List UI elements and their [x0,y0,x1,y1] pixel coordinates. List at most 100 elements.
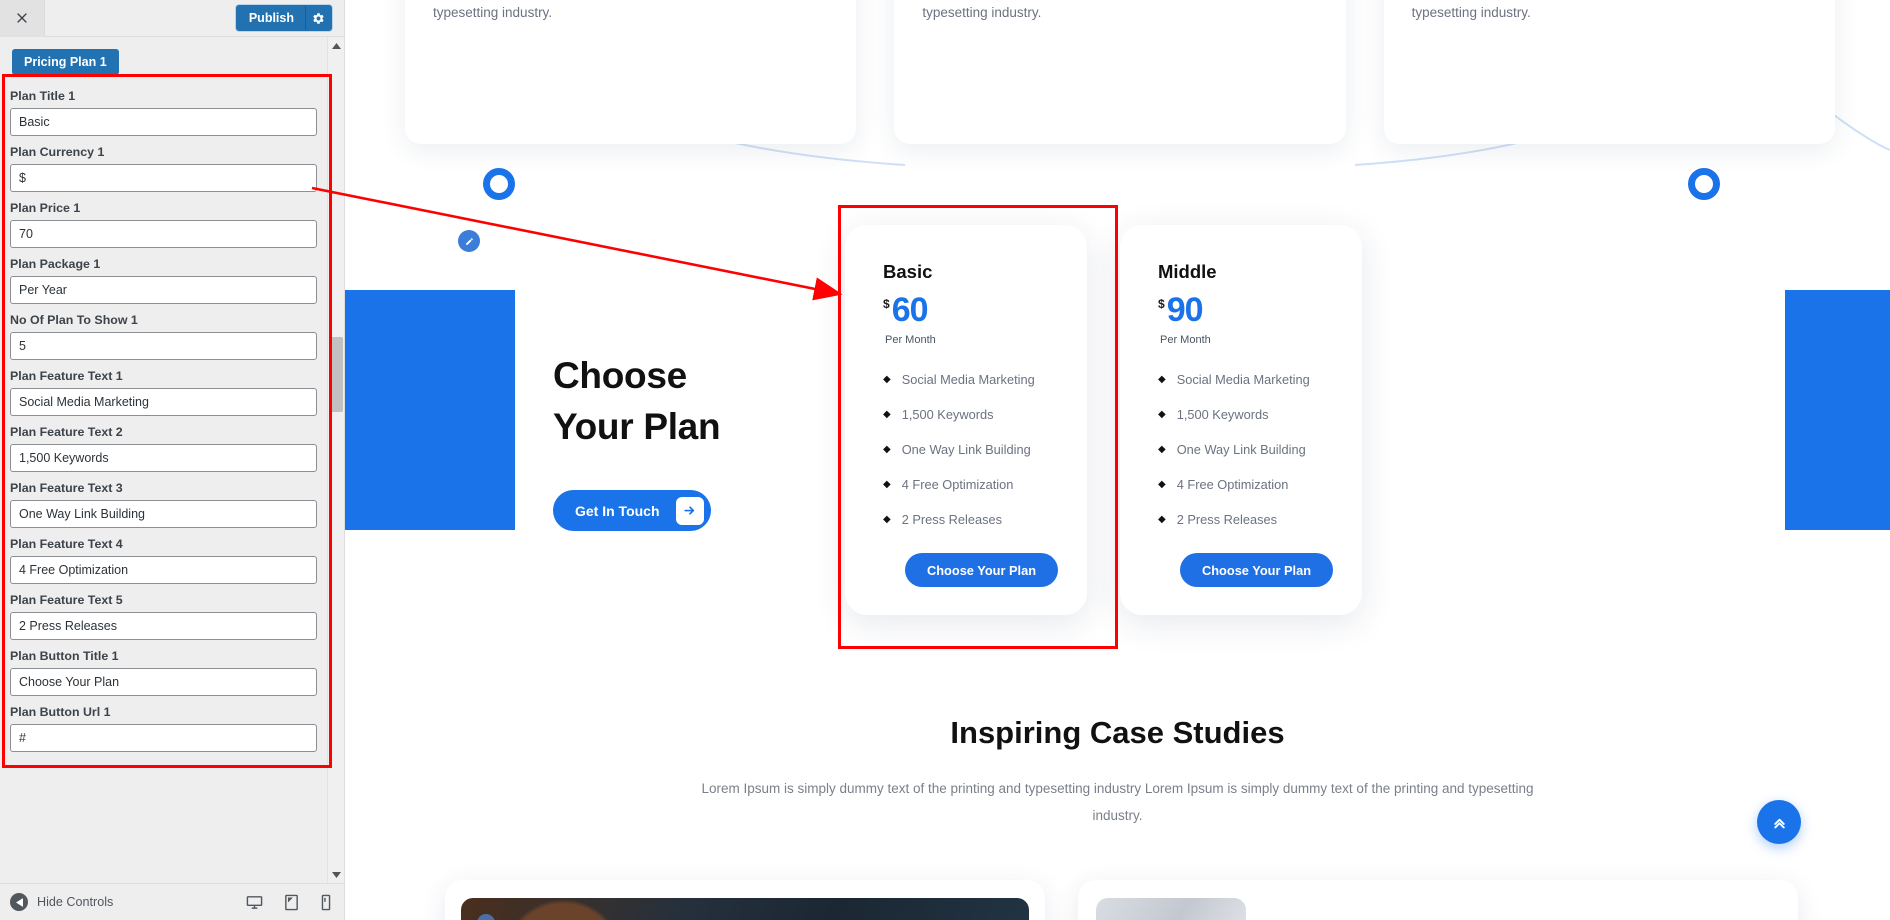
feature-item: ◆ Social Media Marketing [1158,372,1362,387]
feature-label: Social Media Marketing [901,372,1035,387]
top-card-text: Lorem Ipsum is simply dummy text of the … [1411,5,1531,21]
feature-item: ◆ Social Media Marketing [883,372,1087,387]
plan-feature-text-4-input[interactable] [10,556,317,584]
pricing-card-package: Per Month [1160,334,1211,346]
plan-button-url-1-input[interactable] [10,724,317,752]
feature-label: 2 Press Releases [1176,512,1277,527]
chevron-down-icon[interactable] [328,866,344,883]
pricing-card-price: $ 60 [883,293,1087,327]
field-label: Plan Button Url 1 [10,705,111,719]
field-label: Plan Price 1 [10,201,81,215]
pricing-card-middle[interactable]: Middle $ 90 Per Month ◆ Social Media Mark… [1120,225,1362,615]
feature-item: ◆ 4 Free Optimization [883,477,1087,492]
edit-shortcut-marker[interactable] [458,230,480,252]
top-feature-card: Lorem Ipsum is simply dummy text of the … [405,0,857,144]
section-title-pricing-plan-1[interactable]: Pricing Plan 1 [12,49,119,75]
pricing-card-features: ◆ Social Media Marketing ◆ 1,500 Keywords … [1158,372,1362,527]
field-plan-title-1: Plan Title 1 [10,89,317,136]
field-plan-feature-text-3: Plan Feature Text 3 [10,481,317,528]
case-study-card[interactable]: Legacy Classic [1078,880,1798,920]
customizer-sidebar: Publish Pricing Plan 1 Plan Title 1 Basi… [0,0,345,920]
site-preview-frame: Lorem Ipsum is simply dummy text of the … [345,0,1890,920]
field-no-of-plan-to-show-1: No Of Plan To Show 1 [10,313,317,360]
close-icon[interactable] [0,0,45,37]
field-label: Plan Feature Text 4 [10,537,123,551]
chevron-up-icon[interactable] [328,37,344,54]
decorative-ring-left [483,168,515,200]
scrollbar-thumb[interactable] [330,337,343,412]
feature-item: ◆ 4 Free Optimization [1158,477,1362,492]
plan-button-title-1-input[interactable] [10,668,317,696]
tablet-icon[interactable] [284,894,299,911]
double-chevron-up-icon [1773,818,1785,828]
feature-label: One Way Link Building [1176,442,1306,457]
customizer-scrollbar[interactable] [327,37,344,883]
thumbnail-badge-dot [477,914,495,920]
top-feature-card: Lorem Ipsum is simply dummy text of the … [1383,0,1835,144]
case-study-card[interactable] [445,880,1045,920]
mobile-icon[interactable] [320,894,332,911]
customizer-topbar: Publish [0,0,344,37]
feature-item: ◆ 2 Press Releases [883,512,1087,527]
pricing-heading-line2: Your Plan [553,406,721,448]
decorative-ring-right [1688,168,1720,200]
pricing-card-currency: $ [883,297,890,311]
gear-icon[interactable] [305,6,331,30]
device-preview-switcher [246,894,332,911]
plan-feature-text-2-input[interactable] [10,444,317,472]
pricing-heading-line1: Choose [553,355,687,396]
field-plan-feature-text-1: Plan Feature Text 1 [10,369,317,416]
diamond-bullet-icon: ◆ [883,408,891,420]
pencil-icon [465,237,473,245]
pricing-card-package: Per Month [885,334,936,346]
plan-currency-1-input[interactable] [10,164,317,192]
pricing-card-basic[interactable]: Basic $ 60 Per Month ◆ Social Media Marke… [845,225,1087,615]
plan-feature-text-3-input[interactable] [10,500,317,528]
field-label: No Of Plan To Show 1 [10,313,138,327]
plan-feature-text-5-input[interactable] [10,612,317,640]
top-card-text: Lorem Ipsum is simply dummy text of the … [922,5,1042,21]
case-studies-heading: Inspiring Case Studies [950,715,1285,750]
desktop-icon[interactable] [246,894,263,911]
choose-your-plan-button-basic[interactable]: Choose Your Plan [905,553,1059,587]
plan-price-1-input[interactable] [10,220,317,248]
diamond-bullet-icon: ◆ [1158,478,1166,490]
field-plan-package-1: Plan Package 1 [10,257,317,304]
plan-feature-text-1-input[interactable] [10,388,317,416]
decorative-rect-right [1785,290,1890,530]
customizer-footer: Hide Controls [0,883,344,920]
diamond-bullet-icon: ◆ [883,373,891,385]
field-label: Plan Feature Text 5 [10,593,123,607]
pricing-card-features: ◆ Social Media Marketing ◆ 1,500 Keywords … [883,372,1087,527]
field-label: Plan Currency 1 [10,145,105,159]
get-in-touch-button[interactable]: Get In Touch [553,490,711,531]
hide-controls-button[interactable]: Hide Controls [10,893,113,911]
no-of-plan-to-show-1-input[interactable] [10,332,317,360]
pricing-card-amount: 60 [891,291,929,329]
field-plan-feature-text-5: Plan Feature Text 5 [10,593,317,640]
feature-item: ◆ 2 Press Releases [1158,512,1362,527]
diamond-bullet-icon: ◆ [1158,443,1166,455]
pricing-plan-fields: Pricing Plan 1 Plan Title 1 Plan Currenc… [0,37,327,883]
plan-title-1-input[interactable] [10,108,317,136]
feature-label: Social Media Marketing [1176,372,1310,387]
arrow-right-icon [675,496,704,525]
publish-button[interactable]: Publish [235,5,332,31]
choose-your-plan-button-middle[interactable]: Choose Your Plan [1180,553,1334,587]
pricing-card-title: Middle [1158,261,1217,282]
top-feature-cards: Lorem Ipsum is simply dummy text of the … [405,0,1835,144]
feature-label: 4 Free Optimization [901,477,1014,492]
customizer-panel-body: Pricing Plan 1 Plan Title 1 Plan Currenc… [0,37,344,883]
feature-item: ◆ One Way Link Building [883,442,1087,457]
plan-package-1-input[interactable] [10,276,317,304]
customizer-screen: Lorem Ipsum is simply dummy text of the … [0,0,1890,920]
hide-controls-label: Hide Controls [37,895,114,909]
scroll-to-top-button[interactable] [1757,800,1801,844]
publish-label: Publish [248,11,294,25]
diamond-bullet-icon: ◆ [883,443,891,455]
case-studies-subtext: Lorem Ipsum is simply dummy text of the … [701,781,1534,823]
get-in-touch-label: Get In Touch [575,502,660,519]
field-label: Plan Package 1 [10,257,101,271]
pricing-heading: Choose Your Plan [553,350,721,452]
field-plan-button-url-1: Plan Button Url 1 [10,705,317,752]
